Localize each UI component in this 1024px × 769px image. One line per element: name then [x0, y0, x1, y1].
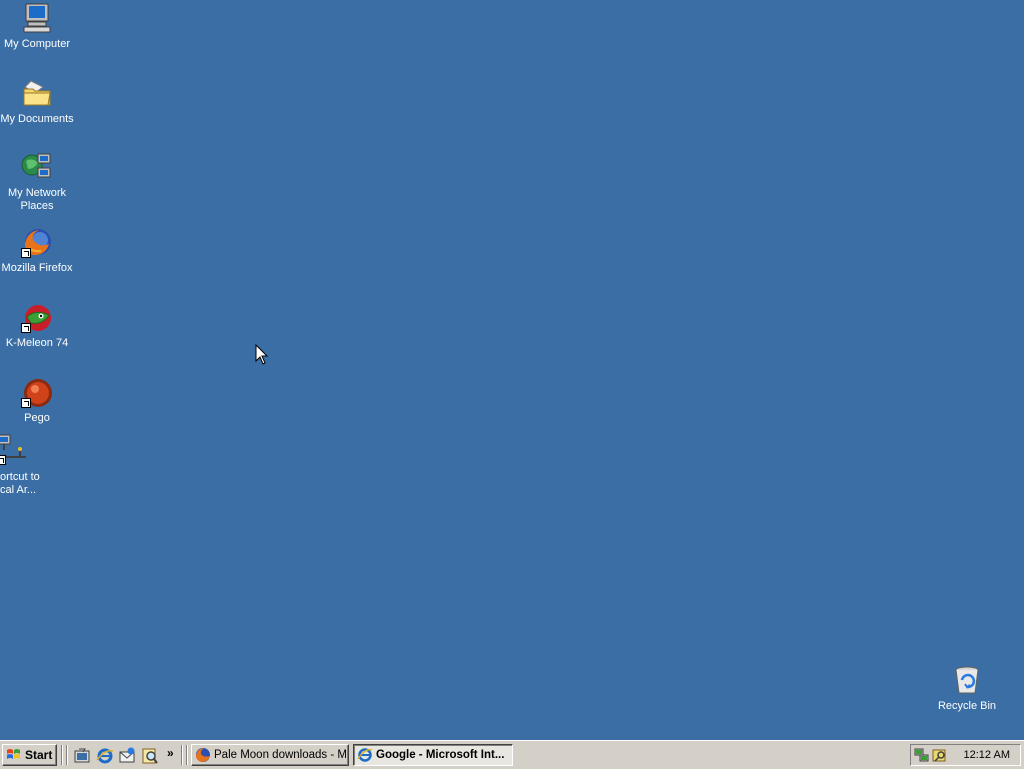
task-label: Google - Microsoft Int...	[376, 749, 505, 761]
desktop-icon-label: Pego	[24, 412, 50, 424]
desktop-icon-label: K-Meleon 74	[5, 337, 69, 349]
lan-connection-icon	[0, 433, 28, 465]
windows-logo-icon	[6, 748, 22, 762]
desktop-icon-my-documents[interactable]: My Documents	[0, 77, 74, 126]
shortcut-arrow-icon	[21, 398, 31, 408]
internet-explorer-icon	[357, 747, 373, 763]
desktop-icon-recycle-bin[interactable]: Recycle Bin	[930, 664, 1004, 713]
system-tray: 12:12 AM	[910, 744, 1021, 766]
outlook-express-icon[interactable]	[118, 747, 136, 765]
task-label: Pale Moon downloads - M...	[214, 749, 349, 761]
taskbar-separator	[181, 745, 183, 765]
network-icon	[21, 151, 53, 183]
taskbar-task-pale-moon[interactable]: Pale Moon downloads - M...	[191, 744, 349, 766]
folder-icon	[21, 77, 53, 109]
recycle-bin-icon	[951, 664, 983, 696]
desktop-icon-label: Recycle Bin	[937, 700, 997, 712]
desktop-icon-my-computer[interactable]: My Computer	[0, 2, 74, 51]
desktop-icon-lan-shortcut[interactable]: ortcut to cal Ar...	[0, 433, 52, 497]
firefox-icon	[21, 226, 53, 258]
shortcut-arrow-icon	[21, 323, 31, 333]
desktop-icon-label: Mozilla Firefox	[1, 262, 73, 274]
taskbar-separator	[66, 745, 68, 765]
taskbar-separator	[61, 745, 63, 765]
quick-launch-overflow-button[interactable]: »	[167, 746, 174, 760]
taskbar-task-google-ie[interactable]: Google - Microsoft Int...	[353, 744, 513, 766]
computer-icon	[21, 2, 53, 34]
internet-explorer-icon[interactable]	[96, 747, 114, 765]
taskbar: Start » Pale Moon downloads - M... Googl…	[0, 740, 1024, 769]
firefox-icon	[195, 747, 211, 763]
clock[interactable]: 12:12 AM	[964, 749, 1010, 761]
desktop-icon-my-network-places[interactable]: My Network Places	[0, 151, 74, 213]
mouse-cursor-icon	[255, 344, 269, 365]
network-tray-icon[interactable]	[914, 747, 930, 763]
shortcut-arrow-icon	[0, 455, 6, 465]
start-button[interactable]: Start	[2, 744, 57, 766]
desktop-icon-k-meleon[interactable]: K-Meleon 74	[0, 301, 74, 350]
desktop-icon-label: My Network Places	[7, 187, 67, 212]
search-icon[interactable]	[141, 747, 159, 765]
taskbar-separator	[186, 745, 188, 765]
kmeleon-icon	[21, 301, 53, 333]
pego-icon	[21, 376, 53, 408]
show-desktop-icon[interactable]	[73, 747, 91, 765]
desktop-icon-label: ortcut to cal Ar...	[0, 471, 40, 496]
desktop-icon-label: My Computer	[3, 38, 71, 50]
desktop-icon-mozilla-firefox[interactable]: Mozilla Firefox	[0, 226, 74, 275]
shortcut-arrow-icon	[21, 248, 31, 258]
desktop-icon-label: My Documents	[0, 113, 74, 125]
start-label: Start	[25, 748, 53, 762]
desktop[interactable]: My Computer My Documents My Network Plac…	[0, 0, 1024, 740]
desktop-icon-pego[interactable]: Pego	[0, 376, 74, 425]
security-tray-icon[interactable]	[932, 747, 948, 763]
